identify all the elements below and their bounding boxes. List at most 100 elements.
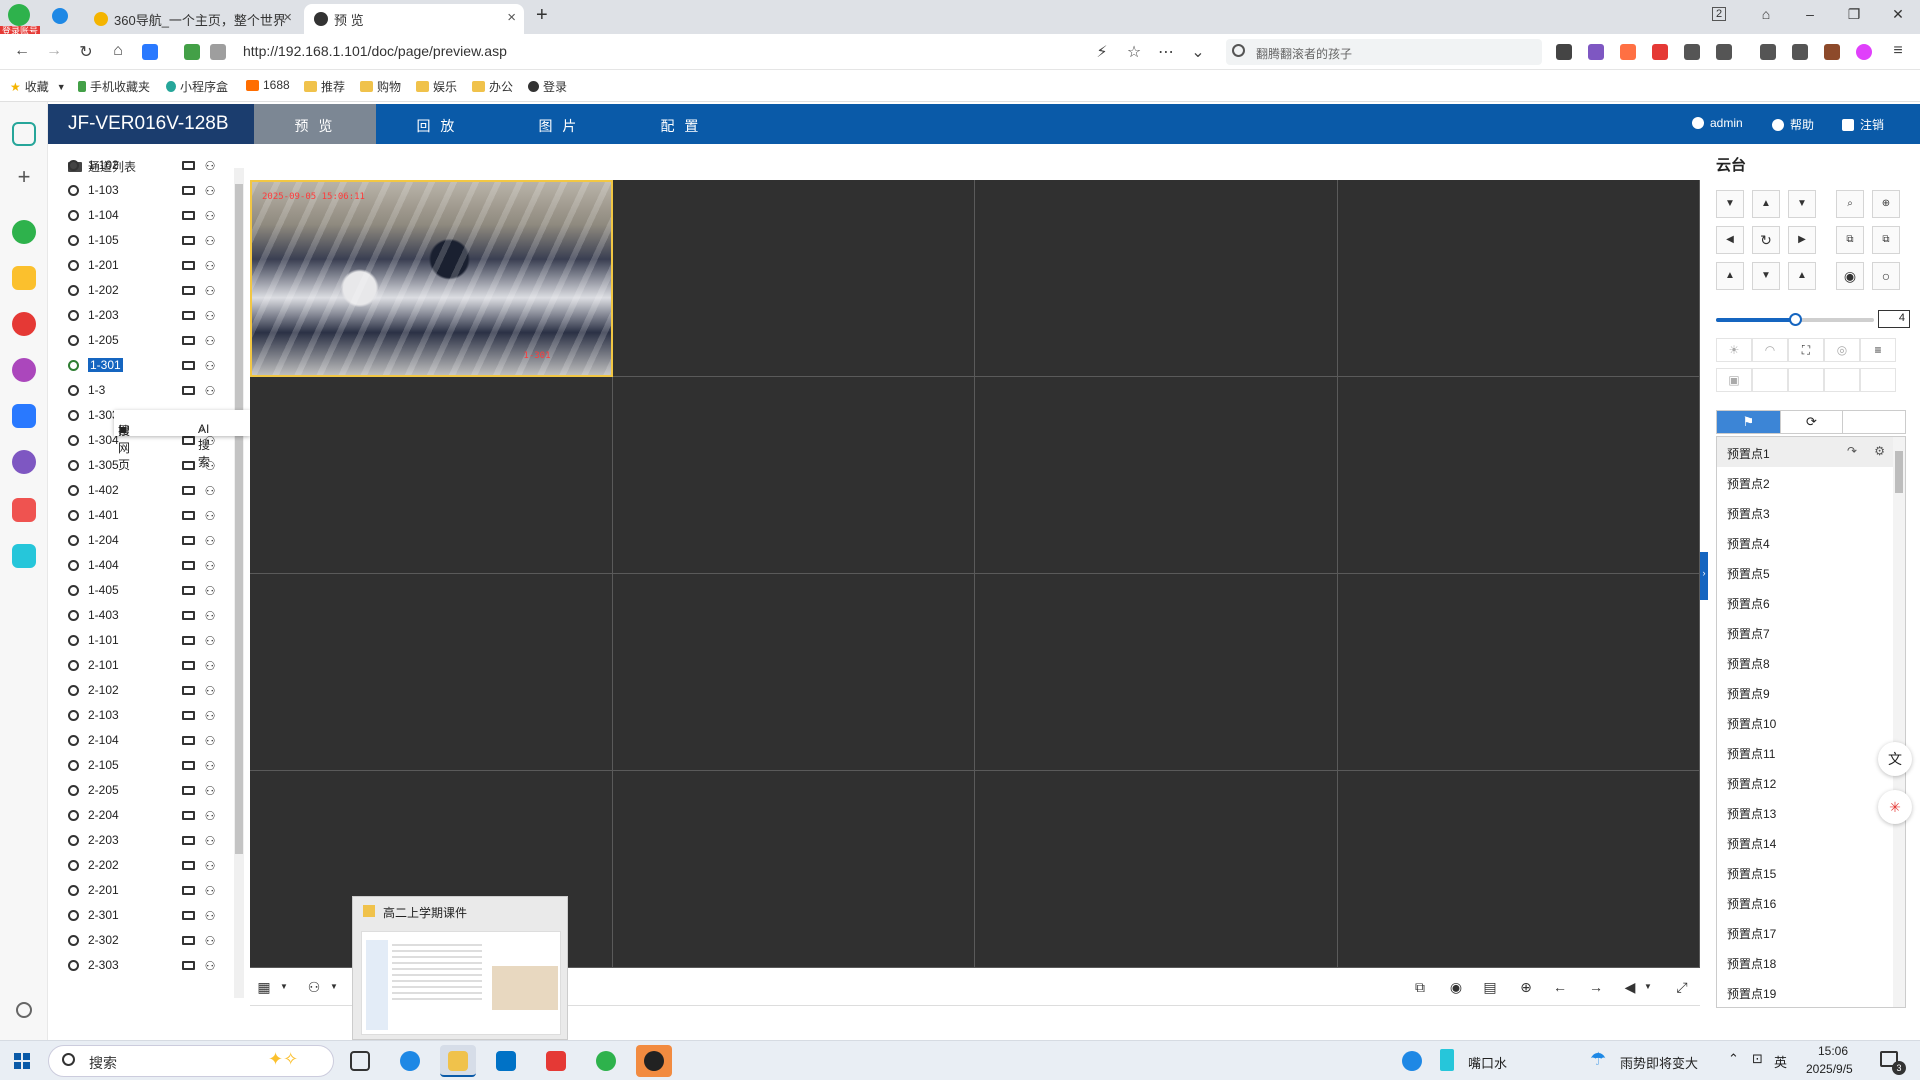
channel-item[interactable]: 1-305 ⚇ — [68, 456, 236, 476]
record-icon[interactable] — [182, 261, 195, 270]
camera-icon[interactable] — [68, 610, 79, 621]
stream-switch-icon[interactable]: ⚇ — [203, 734, 217, 748]
video-cell[interactable] — [612, 574, 975, 771]
video-cell[interactable] — [1337, 180, 1700, 377]
menu-icon[interactable]: ≡ — [1888, 42, 1908, 60]
record-icon[interactable] — [182, 811, 195, 820]
camera-icon[interactable] — [68, 360, 79, 371]
ptz-speed-slider[interactable] — [1716, 313, 1874, 326]
record-icon[interactable] — [182, 711, 195, 720]
channel-item[interactable]: 1-202 ⚇ — [68, 281, 236, 301]
channel-item[interactable]: 2-201 ⚇ — [68, 881, 236, 901]
stream-switch-icon[interactable]: ⚇ — [203, 559, 217, 573]
channel-item[interactable]: 1-201 ⚇ — [68, 256, 236, 276]
record-icon[interactable] — [182, 211, 195, 220]
camera-icon[interactable] — [68, 535, 79, 546]
stream-switch-icon[interactable]: ⚇ — [203, 334, 217, 348]
light-button[interactable]: ☀ — [1716, 338, 1752, 362]
camera-icon[interactable] — [68, 235, 79, 246]
shirt-icon[interactable]: ⌂ — [1756, 6, 1776, 22]
preset-scrollbar[interactable] — [1893, 437, 1905, 1007]
bookmark-1688[interactable]: 1688 — [246, 78, 290, 92]
channel-item[interactable]: 2-104 ⚇ — [68, 731, 236, 751]
stream-switch-icon[interactable]: ⚇ — [203, 609, 217, 623]
puzzle-icon[interactable] — [1716, 44, 1732, 60]
favorite-icon[interactable] — [12, 266, 36, 290]
minimize-icon[interactable]: – — [1800, 6, 1820, 22]
stream-switch-icon[interactable]: ⚇ — [203, 709, 217, 723]
stream-switch-icon[interactable]: ⚇ — [203, 759, 217, 773]
empty-function-button[interactable] — [1860, 368, 1896, 392]
record-icon[interactable] — [182, 661, 195, 670]
stream-switch-icon[interactable]: ⚇ — [203, 659, 217, 673]
camera-icon[interactable] — [68, 710, 79, 721]
ime-toggle-icon[interactable]: ⊡ — [1752, 1051, 1763, 1067]
video-cell[interactable] — [1337, 771, 1700, 968]
camera-icon[interactable] — [68, 735, 79, 746]
record-icon[interactable] — [182, 586, 195, 595]
network-icon[interactable] — [1652, 44, 1668, 60]
bookmark-office[interactable]: 办公 — [472, 78, 513, 95]
chevron-down-icon[interactable]: ▼ — [276, 979, 292, 995]
ptz-auto-button[interactable]: ↻ — [1752, 226, 1780, 254]
drink-icon[interactable] — [1440, 1049, 1454, 1071]
preset-item[interactable]: 预置点8 — [1717, 647, 1893, 677]
channel-item[interactable]: 2-103 ⚇ — [68, 706, 236, 726]
restore-icon[interactable]: ❐ — [1844, 6, 1864, 23]
camera-icon[interactable] — [68, 910, 79, 921]
color-wheel-icon[interactable] — [1856, 44, 1872, 60]
camera-icon[interactable] — [68, 410, 79, 421]
record-icon[interactable] — [182, 761, 195, 770]
zoom-in-button[interactable]: ⊕ — [1872, 190, 1900, 218]
record-icon[interactable]: ▤ — [1482, 979, 1498, 995]
star-icon[interactable]: ☆ — [1124, 42, 1144, 62]
channel-item[interactable]: 2-202 ⚇ — [68, 856, 236, 876]
video-cell[interactable] — [250, 574, 613, 771]
undo-icon[interactable] — [1792, 44, 1808, 60]
translate-float-icon[interactable]: 文 — [1878, 742, 1912, 776]
ptz-up-left-button[interactable]: ▼ — [1716, 190, 1744, 218]
camera-icon[interactable] — [68, 760, 79, 771]
channel-item[interactable]: 1-401 ⚇ — [68, 506, 236, 526]
preset-item[interactable]: 预置点11 — [1717, 737, 1893, 767]
camera-icon[interactable] — [68, 835, 79, 846]
record-icon[interactable] — [182, 786, 195, 795]
url-text[interactable]: http://192.168.1.101/doc/page/preview.as… — [243, 43, 507, 59]
camera-icon[interactable] — [68, 660, 79, 671]
tab-360-nav[interactable]: 360导航_一个主页，整个世界 × — [84, 4, 300, 34]
snapshot-icon[interactable]: ◉ — [1448, 979, 1464, 995]
channel-item[interactable]: 2-102 ⚇ — [68, 681, 236, 701]
stream-switch-icon[interactable]: ⚇ — [203, 259, 217, 273]
camera-icon[interactable] — [68, 785, 79, 796]
record-icon[interactable] — [182, 736, 195, 745]
reload-icon[interactable]: ↻ — [76, 42, 96, 62]
tab-preview[interactable]: 预 览 × — [304, 4, 524, 34]
back-icon[interactable]: ← — [12, 42, 32, 60]
channel-item[interactable]: 1-301 ⚇ — [68, 356, 236, 376]
video-cell[interactable] — [1337, 574, 1700, 771]
record-icon[interactable] — [182, 386, 195, 395]
taskbar-time[interactable]: 15:06 — [1818, 1044, 1848, 1058]
preset-item[interactable]: 预置点14 — [1717, 827, 1893, 857]
video-cell-active[interactable]: 2025-09-05 15:06:11 1-301 — [250, 180, 613, 377]
weather-text-2[interactable]: 雨势即将变大 — [1620, 1053, 1698, 1072]
ptz-menu-button[interactable]: ≡ — [1860, 338, 1896, 362]
nav-config[interactable]: 配 置 — [620, 104, 742, 144]
next-page-icon[interactable]: → — [1588, 979, 1604, 995]
browser-search-input[interactable]: 翻腾翻滚者的孩子 — [1226, 39, 1542, 65]
preset-item[interactable]: 预置点15 — [1717, 857, 1893, 887]
preset-item[interactable]: 预置点10 — [1717, 707, 1893, 737]
camera-icon[interactable] — [68, 860, 79, 871]
game-icon[interactable] — [12, 498, 36, 522]
outlook-icon[interactable] — [488, 1045, 524, 1077]
360-browser-icon[interactable] — [588, 1045, 624, 1077]
stream-switch-icon[interactable]: ⚇ — [203, 309, 217, 323]
chevron-down-icon[interactable]: ▼ — [1640, 979, 1656, 995]
stream-switch-icon[interactable]: ⚇ — [203, 584, 217, 598]
record-icon[interactable] — [182, 186, 195, 195]
more-icon[interactable]: ⋯ — [1156, 42, 1176, 62]
ai-assistant-icon[interactable] — [12, 358, 36, 382]
bookmark-entertainment[interactable]: 娱乐 — [416, 78, 457, 95]
preset-item[interactable]: 预置点7 — [1717, 617, 1893, 647]
stream-switch-icon[interactable]: ⚇ — [203, 234, 217, 248]
